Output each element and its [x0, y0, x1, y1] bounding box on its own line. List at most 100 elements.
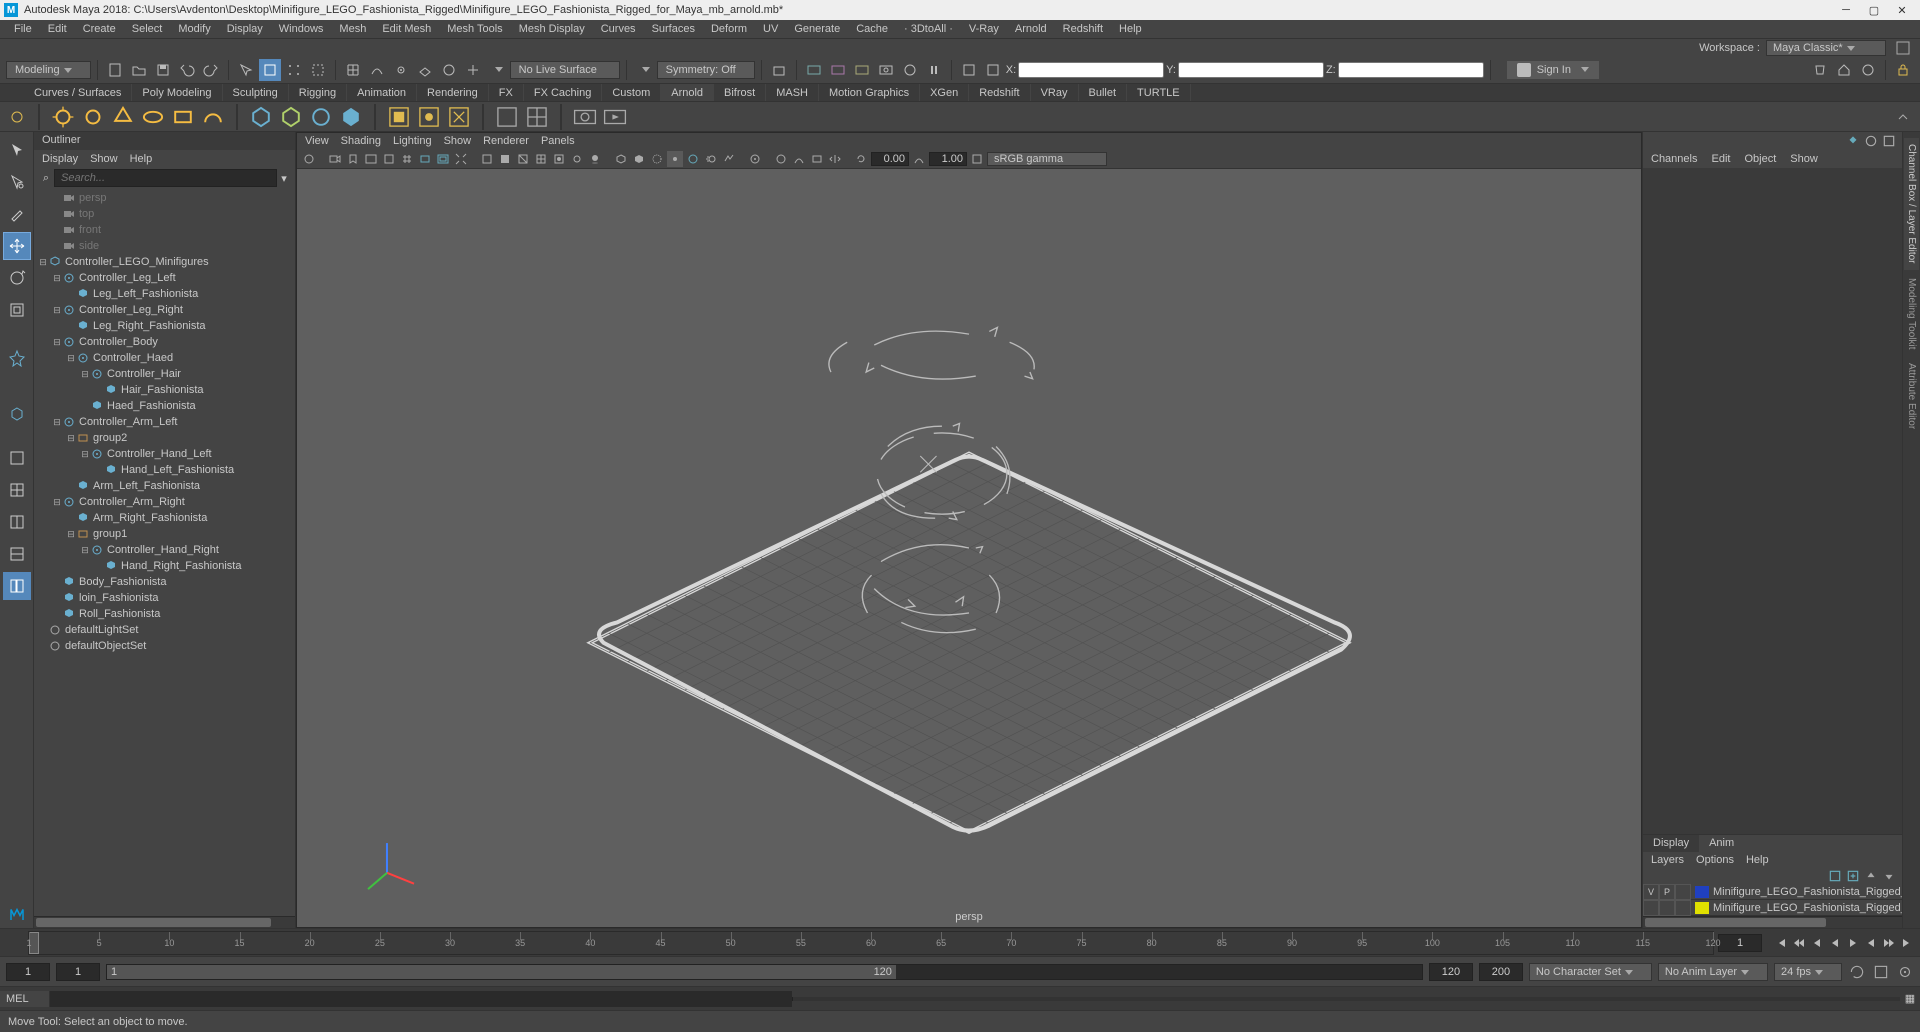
render-ipr-icon[interactable] — [827, 59, 849, 81]
outliner-menu-help[interactable]: Help — [130, 153, 153, 165]
fps-select[interactable]: 24 fps — [1774, 963, 1842, 981]
expand-toggle[interactable]: ⊟ — [66, 353, 76, 364]
tree-item[interactable]: front — [34, 222, 295, 238]
side-tab-channelboxlayereditor[interactable]: Channel Box / Layer Editor — [1904, 138, 1919, 270]
menu-edit[interactable]: Edit — [40, 21, 75, 37]
menu-modify[interactable]: Modify — [170, 21, 218, 37]
cb-tab-channels[interactable]: Channels — [1651, 153, 1697, 165]
new-scene-icon[interactable] — [104, 59, 126, 81]
step-back-icon[interactable] — [1808, 933, 1826, 953]
tree-item[interactable]: Arm_Right_Fashionista — [34, 510, 295, 526]
shelf-tab-bullet[interactable]: Bullet — [1079, 84, 1128, 101]
search-clear-icon[interactable]: ▾ — [277, 172, 291, 185]
menu-arnold[interactable]: Arnold — [1007, 21, 1055, 37]
goto-start-icon[interactable] — [1772, 933, 1790, 953]
lock-icon[interactable] — [1892, 59, 1914, 81]
arnold-mesh2-icon[interactable] — [278, 104, 304, 130]
menuset-select[interactable]: Modeling — [6, 61, 91, 79]
arnold-mesh3-icon[interactable] — [308, 104, 334, 130]
cmdline-lang[interactable]: MEL — [0, 991, 50, 1007]
vp-shading3-icon[interactable] — [515, 151, 531, 167]
tree-item[interactable]: loin_Fashionista — [34, 590, 295, 606]
arnold-render-icon[interactable] — [572, 104, 598, 130]
xyz-fields-icon[interactable] — [982, 59, 1004, 81]
vp-shading1-icon[interactable] — [479, 151, 495, 167]
autokey-icon[interactable] — [1848, 963, 1866, 981]
expand-toggle[interactable]: ⊟ — [66, 433, 76, 444]
arnold-light4-icon[interactable] — [140, 104, 166, 130]
tree-item[interactable]: defaultLightSet — [34, 622, 295, 638]
prefs-icon[interactable] — [1896, 963, 1914, 981]
menu-cache[interactable]: Cache — [848, 21, 896, 37]
vp-light-icon[interactable] — [569, 151, 585, 167]
vp-menu-view[interactable]: View — [305, 135, 329, 147]
tree-item[interactable]: top — [34, 206, 295, 222]
step-fwd-icon[interactable] — [1862, 933, 1880, 953]
menu-meshtools[interactable]: Mesh Tools — [439, 21, 510, 37]
shelf-tab-rigging[interactable]: Rigging — [289, 84, 347, 101]
shelf-tab-arnold[interactable]: Arnold — [661, 84, 714, 101]
tree-item[interactable]: ⊟group1 — [34, 526, 295, 542]
tree-item[interactable]: Hand_Left_Fashionista — [34, 462, 295, 478]
anim-end-input[interactable] — [1479, 963, 1523, 981]
render-settings-icon[interactable] — [875, 59, 897, 81]
tree-item[interactable]: Haed_Fashionista — [34, 398, 295, 414]
cb-icon1[interactable] — [1846, 134, 1860, 148]
snap-live-icon[interactable] — [438, 59, 460, 81]
tree-item[interactable]: Hair_Fashionista — [34, 382, 295, 398]
outliner-menu-show[interactable]: Show — [90, 153, 118, 165]
outliner-hscroll[interactable] — [34, 916, 295, 928]
arnold-aov2-icon[interactable] — [416, 104, 442, 130]
vp-wire-icon[interactable] — [533, 151, 549, 167]
shelf-tab-bifrost[interactable]: Bifrost — [714, 84, 766, 101]
menu-redshift[interactable]: Redshift — [1055, 21, 1111, 37]
vp-shadow-icon[interactable] — [587, 151, 603, 167]
arnold-aov3-icon[interactable] — [446, 104, 472, 130]
layer-play-toggle[interactable] — [1659, 900, 1675, 916]
vp-xray-icon[interactable] — [649, 151, 665, 167]
layer-color-swatch[interactable] — [1695, 902, 1709, 914]
tree-item[interactable]: ⊟Controller_Arm_Right — [34, 494, 295, 510]
menu-curves[interactable]: Curves — [593, 21, 644, 37]
goto-end-icon[interactable] — [1898, 933, 1916, 953]
vp-gate-icon[interactable] — [435, 151, 451, 167]
close-button[interactable]: ✕ — [1888, 0, 1916, 20]
snap-grid-icon[interactable] — [342, 59, 364, 81]
symmetry-select[interactable]: Symmetry: Off — [657, 61, 755, 79]
expand-toggle[interactable]: ⊟ — [80, 545, 90, 556]
anim-start-input[interactable] — [6, 963, 50, 981]
tree-item[interactable]: ⊟Controller_Hand_Left — [34, 446, 295, 462]
marketplace-icon[interactable] — [1809, 59, 1831, 81]
vp-select-cam-icon[interactable] — [301, 151, 317, 167]
shelf-tab-vray[interactable]: VRay — [1031, 84, 1079, 101]
menu-file[interactable]: File — [6, 21, 40, 37]
tree-item[interactable]: ⊟Controller_Haed — [34, 350, 295, 366]
layer-tab-anim[interactable]: Anim — [1699, 835, 1744, 852]
expand-toggle[interactable]: ⊟ — [52, 417, 62, 428]
tree-item[interactable]: Leg_Left_Fashionista — [34, 286, 295, 302]
side-tab-modelingtoolkit[interactable]: Modeling Toolkit — [1904, 272, 1919, 356]
current-frame-input[interactable] — [1718, 934, 1762, 952]
vp-menu-panels[interactable]: Panels — [541, 135, 575, 147]
layer-tab-display[interactable]: Display — [1643, 835, 1699, 852]
time-track[interactable]: 1510152025303540455055606570758085909510… — [28, 931, 1714, 955]
vp-menu-lighting[interactable]: Lighting — [393, 135, 432, 147]
vp-grid-icon[interactable] — [399, 151, 415, 167]
vp-res-icon[interactable] — [453, 151, 469, 167]
tree-item[interactable]: ⊟Controller_Hair — [34, 366, 295, 382]
vp-gamma2-icon[interactable] — [911, 151, 927, 167]
range-start-input[interactable] — [56, 963, 100, 981]
vp-iso2-icon[interactable] — [631, 151, 647, 167]
layer-add-icon[interactable] — [1846, 869, 1860, 883]
layer-menu-options[interactable]: Options — [1696, 854, 1734, 866]
signin-button[interactable]: Sign In — [1507, 61, 1599, 79]
vp-ao-icon[interactable] — [685, 151, 701, 167]
cmdline-input[interactable] — [50, 991, 792, 1007]
expand-toggle[interactable]: ⊟ — [52, 305, 62, 316]
vp-menu-shading[interactable]: Shading — [341, 135, 381, 147]
vp-image-icon[interactable] — [363, 151, 379, 167]
snap-curve-icon[interactable] — [366, 59, 388, 81]
arnold-play-icon[interactable] — [602, 104, 628, 130]
vp-exposure-icon[interactable] — [773, 151, 789, 167]
layout-single-icon[interactable] — [3, 444, 31, 472]
